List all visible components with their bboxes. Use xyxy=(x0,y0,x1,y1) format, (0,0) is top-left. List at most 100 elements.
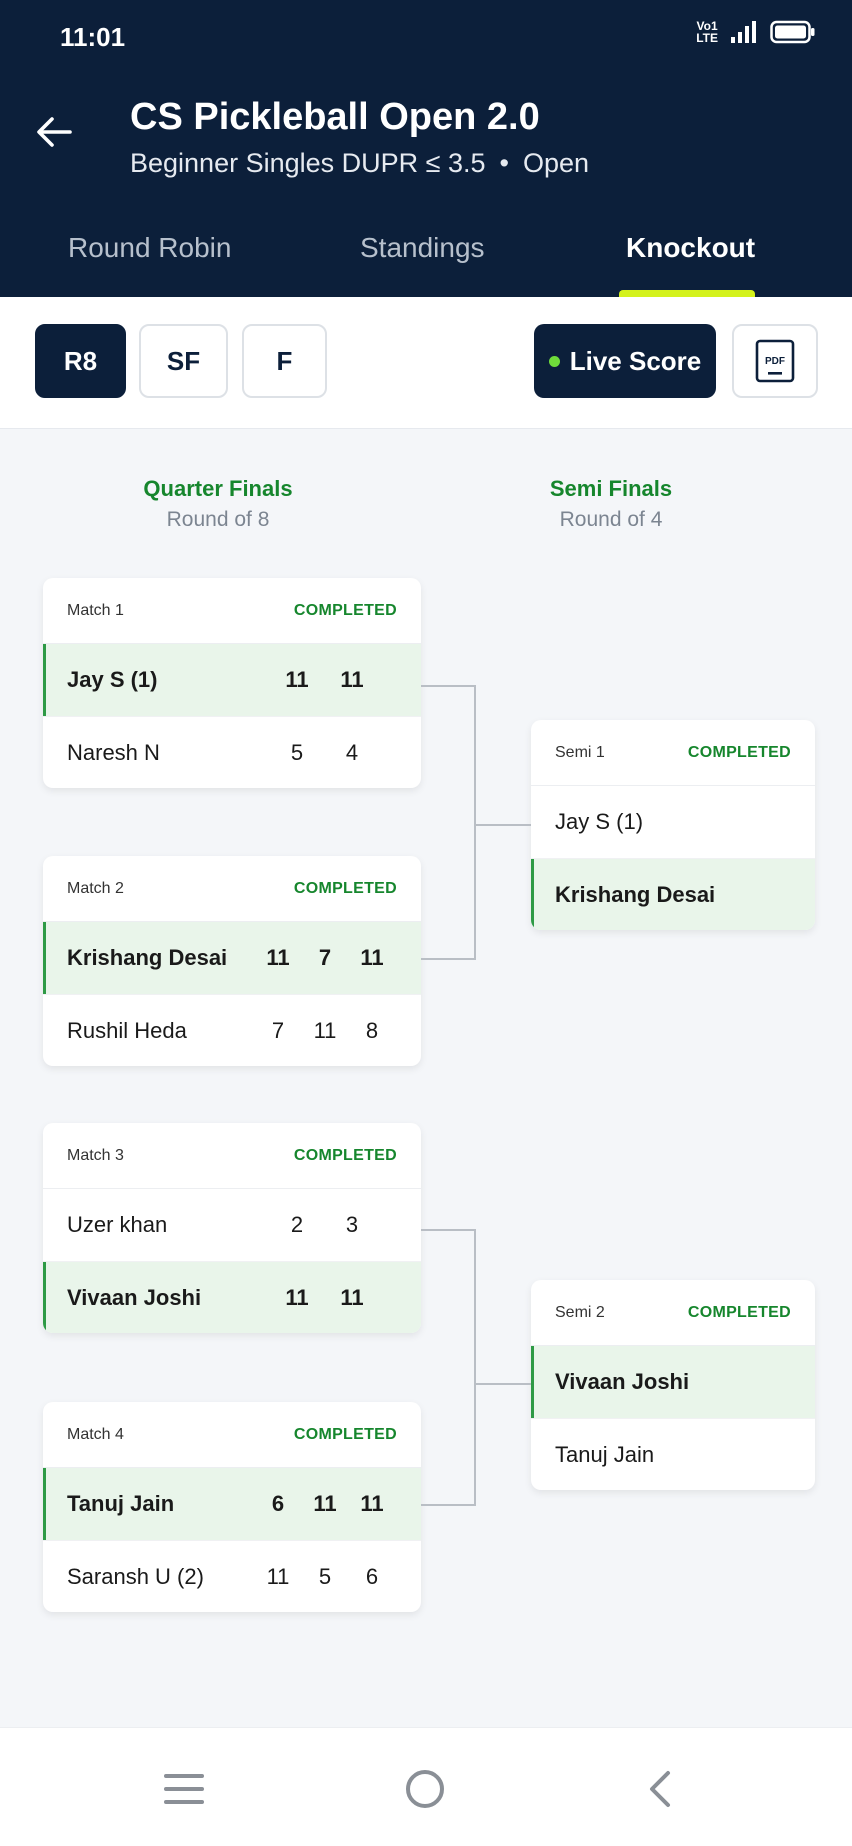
pdf-icon-label: PDF xyxy=(765,356,785,367)
game-score: 11 xyxy=(266,945,290,970)
game-score: 7 xyxy=(271,1017,285,1043)
player-name: Uzer khan xyxy=(67,1212,168,1237)
game-score: 6 xyxy=(365,1563,379,1589)
match-card-header: Match 1 COMPLETED xyxy=(43,578,421,644)
pdf-button[interactable]: PDF xyxy=(732,324,818,398)
match-card-2[interactable]: Match 2 COMPLETED Krishang Desai 11 7 11… xyxy=(43,856,421,1066)
match-label: Match 1 xyxy=(67,601,124,619)
player-name: Vivaan Joshi xyxy=(555,1369,690,1394)
bracket-connector-bottom xyxy=(421,1229,476,1506)
tab-knockout[interactable]: Knockout xyxy=(626,232,755,264)
match-card-3[interactable]: Match 3 COMPLETED Uzer khan 2 3 Vivaan J… xyxy=(43,1123,421,1333)
active-tab-indicator xyxy=(619,290,755,297)
match-label: Match 2 xyxy=(67,879,124,897)
status-badge: COMPLETED xyxy=(293,1146,397,1164)
player-row: Vivaan Joshi xyxy=(531,1346,815,1418)
player-row: Jay S (1) xyxy=(531,786,815,858)
player-row: Naresh N 5 4 xyxy=(43,716,421,788)
player-name: Krishang Desai xyxy=(555,881,716,907)
arrow-left-icon[interactable] xyxy=(34,112,74,152)
live-dot-icon xyxy=(548,355,560,367)
player-name: Jay S (1) xyxy=(555,809,644,834)
tab-standings[interactable]: Standings xyxy=(360,232,485,264)
round-toolbar: R8 SF F Live Score PDF xyxy=(0,297,852,429)
game-score: 7 xyxy=(318,945,332,970)
quarter-finals-header: Quarter Finals Round of 8 xyxy=(88,476,348,532)
game-score: 11 xyxy=(285,1284,309,1310)
player-row: Krishang Desai xyxy=(531,858,815,930)
status-icons: Vo1 LTE xyxy=(696,20,816,44)
semi-label: Semi 2 xyxy=(555,1303,605,1321)
bracket-connector-top-link xyxy=(476,824,531,826)
page-title: CS Pickleball Open 2.0 xyxy=(130,96,540,138)
bracket-connector-bottom-link xyxy=(476,1383,531,1385)
player-name: Naresh N xyxy=(67,739,160,765)
match-card-header: Match 2 COMPLETED xyxy=(43,856,421,922)
live-score-label: Live Score xyxy=(569,345,702,376)
volte-indicator: Vo1 LTE xyxy=(696,19,718,45)
system-nav-bar xyxy=(0,1727,852,1846)
game-score: 11 xyxy=(340,1284,364,1310)
status-badge: COMPLETED xyxy=(293,1425,397,1443)
game-score: 11 xyxy=(313,1491,337,1516)
semi-finals-subtitle: Round of 4 xyxy=(559,508,663,531)
round-sf-button[interactable]: SF xyxy=(139,324,228,398)
state-label: Open xyxy=(522,148,590,178)
round-r8-button[interactable]: R8 xyxy=(35,324,126,398)
game-score: 11 xyxy=(313,1017,337,1043)
status-badge: COMPLETED xyxy=(687,743,791,761)
player-name: Rushil Heda xyxy=(67,1017,187,1043)
game-score: 6 xyxy=(271,1491,285,1516)
home-circle-icon[interactable] xyxy=(404,1768,446,1810)
status-badge: COMPLETED xyxy=(293,879,397,897)
player-row: Saransh U (2) 11 5 6 xyxy=(43,1540,421,1612)
match-label: Match 3 xyxy=(67,1146,124,1164)
match-card-header: Match 3 COMPLETED xyxy=(43,1123,421,1189)
player-name: Tanuj Jain xyxy=(67,1491,175,1516)
player-name: Saransh U (2) xyxy=(67,1563,204,1589)
game-score: 11 xyxy=(360,1491,384,1516)
player-row: Uzer khan 2 3 xyxy=(43,1189,421,1261)
menu-icon[interactable] xyxy=(164,1772,204,1806)
signal-icon xyxy=(731,21,756,43)
pdf-icon: PDF xyxy=(755,339,795,383)
status-time: 11:01 xyxy=(60,22,126,52)
battery-icon xyxy=(770,20,815,44)
game-score: 8 xyxy=(365,1017,379,1043)
semi-finals-header: Semi Finals Round of 4 xyxy=(481,476,741,532)
game-score: 11 xyxy=(340,667,364,692)
chevron-left-icon[interactable] xyxy=(646,1769,674,1809)
match-card-4[interactable]: Match 4 COMPLETED Tanuj Jain 6 11 11 Sar… xyxy=(43,1402,421,1612)
status-badge: COMPLETED xyxy=(687,1303,791,1321)
app-header: 11:01 Vo1 LTE CS Pickleball Open 2.0 Beg… xyxy=(0,0,852,297)
game-score: 4 xyxy=(345,739,359,765)
game-score: 5 xyxy=(290,739,304,765)
game-score: 11 xyxy=(360,945,384,970)
semi-finals-title: Semi Finals xyxy=(549,476,673,501)
page-subtitle: Beginner Singles DUPR ≤ 3.5 • Open xyxy=(130,148,589,179)
semi-card-header: Semi 2 COMPLETED xyxy=(531,1280,815,1346)
player-row: Tanuj Jain 6 11 11 xyxy=(43,1468,421,1540)
game-score: 3 xyxy=(345,1212,359,1237)
match-card-1[interactable]: Match 1 COMPLETED Jay S (1) 11 11 Naresh… xyxy=(43,578,421,788)
player-row: Vivaan Joshi 11 11 xyxy=(43,1261,421,1333)
player-row: Jay S (1) 11 11 xyxy=(43,644,421,716)
live-score-button[interactable]: Live Score xyxy=(534,324,716,398)
game-score: 11 xyxy=(285,667,309,692)
player-row: Tanuj Jain xyxy=(531,1418,815,1490)
semi-label: Semi 1 xyxy=(555,743,605,761)
game-score: 5 xyxy=(318,1563,332,1589)
player-name: Jay S (1) xyxy=(67,667,158,692)
bracket-connector-top xyxy=(421,685,476,960)
quarter-finals-subtitle: Round of 8 xyxy=(166,508,270,531)
semi-card-1[interactable]: Semi 1 COMPLETED Jay S (1) Krishang Desa… xyxy=(531,720,815,930)
category-label: Beginner Singles DUPR ≤ 3.5 xyxy=(130,148,486,178)
status-badge: COMPLETED xyxy=(293,601,397,619)
player-name: Vivaan Joshi xyxy=(67,1284,202,1310)
round-f-button[interactable]: F xyxy=(242,324,327,398)
semi-card-header: Semi 1 COMPLETED xyxy=(531,720,815,786)
tab-round-robin[interactable]: Round Robin xyxy=(68,232,231,264)
semi-card-2[interactable]: Semi 2 COMPLETED Vivaan Joshi Tanuj Jain xyxy=(531,1280,815,1490)
player-row: Krishang Desai 11 7 11 xyxy=(43,922,421,994)
game-score: 11 xyxy=(266,1563,290,1589)
